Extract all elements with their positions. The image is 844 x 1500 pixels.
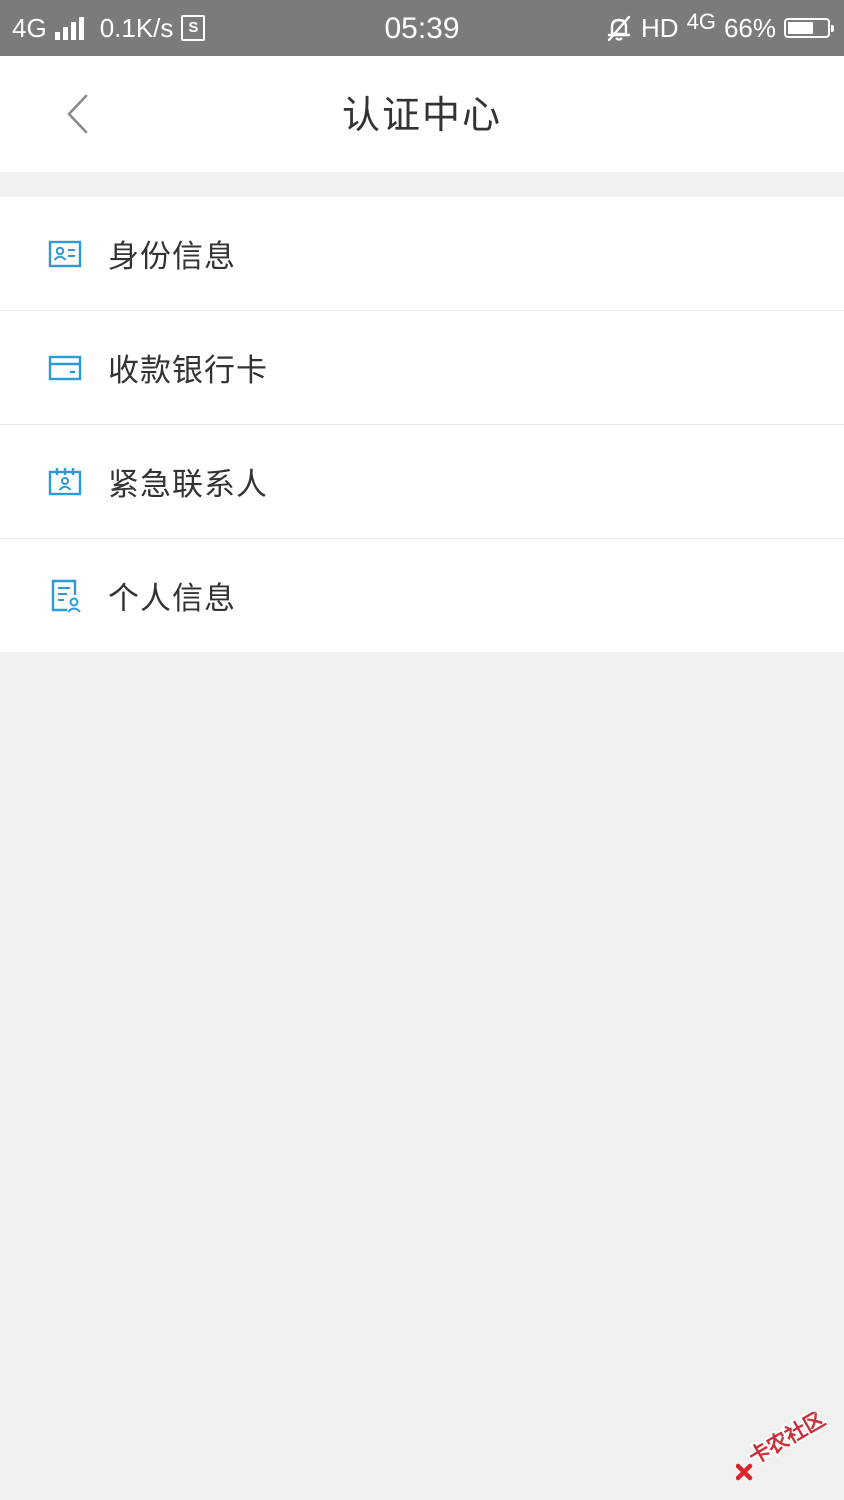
- menu-item-label: 收款银行卡: [108, 353, 268, 389]
- menu-item-label: 个人信息: [108, 581, 236, 617]
- contact-card-icon: [48, 467, 82, 495]
- watermark-logo: 卡农社区 卡农社区: [736, 1412, 831, 1481]
- bell-off-icon: [607, 15, 631, 42]
- battery-fill: [788, 22, 814, 34]
- page-title: 认证中心: [341, 93, 502, 137]
- watermark-mark-icon: [736, 1463, 753, 1481]
- status-right: HD 4G 66%: [605, 0, 834, 56]
- menu-list: 身份信息 收款银行卡 紧急联系人 个人信息: [0, 197, 844, 652]
- hd-label: HD: [641, 12, 679, 43]
- battery-icon: [784, 18, 834, 38]
- menu-item-label: 身份信息: [108, 239, 236, 275]
- id-card-icon: [48, 240, 82, 267]
- watermark-text: 卡农社区: [745, 1412, 830, 1469]
- status-bar: 4G 0.1K/s S 05:39 HD 4G 66%: [0, 0, 844, 56]
- menu-item-identity[interactable]: 身份信息: [0, 197, 844, 310]
- menu-item-personal-info[interactable]: 个人信息: [0, 538, 844, 652]
- menu-item-label: 紧急联系人: [108, 467, 268, 503]
- nav-bar: 认证中心: [0, 56, 844, 172]
- personal-document-icon: [51, 579, 81, 613]
- battery-percent: 66%: [723, 12, 776, 43]
- bank-card-icon: [48, 355, 82, 380]
- menu-item-bank-card[interactable]: 收款银行卡: [0, 310, 844, 424]
- menu-item-emergency-contact[interactable]: 紧急联系人: [0, 424, 844, 538]
- network-type-right: 4G: [686, 9, 716, 34]
